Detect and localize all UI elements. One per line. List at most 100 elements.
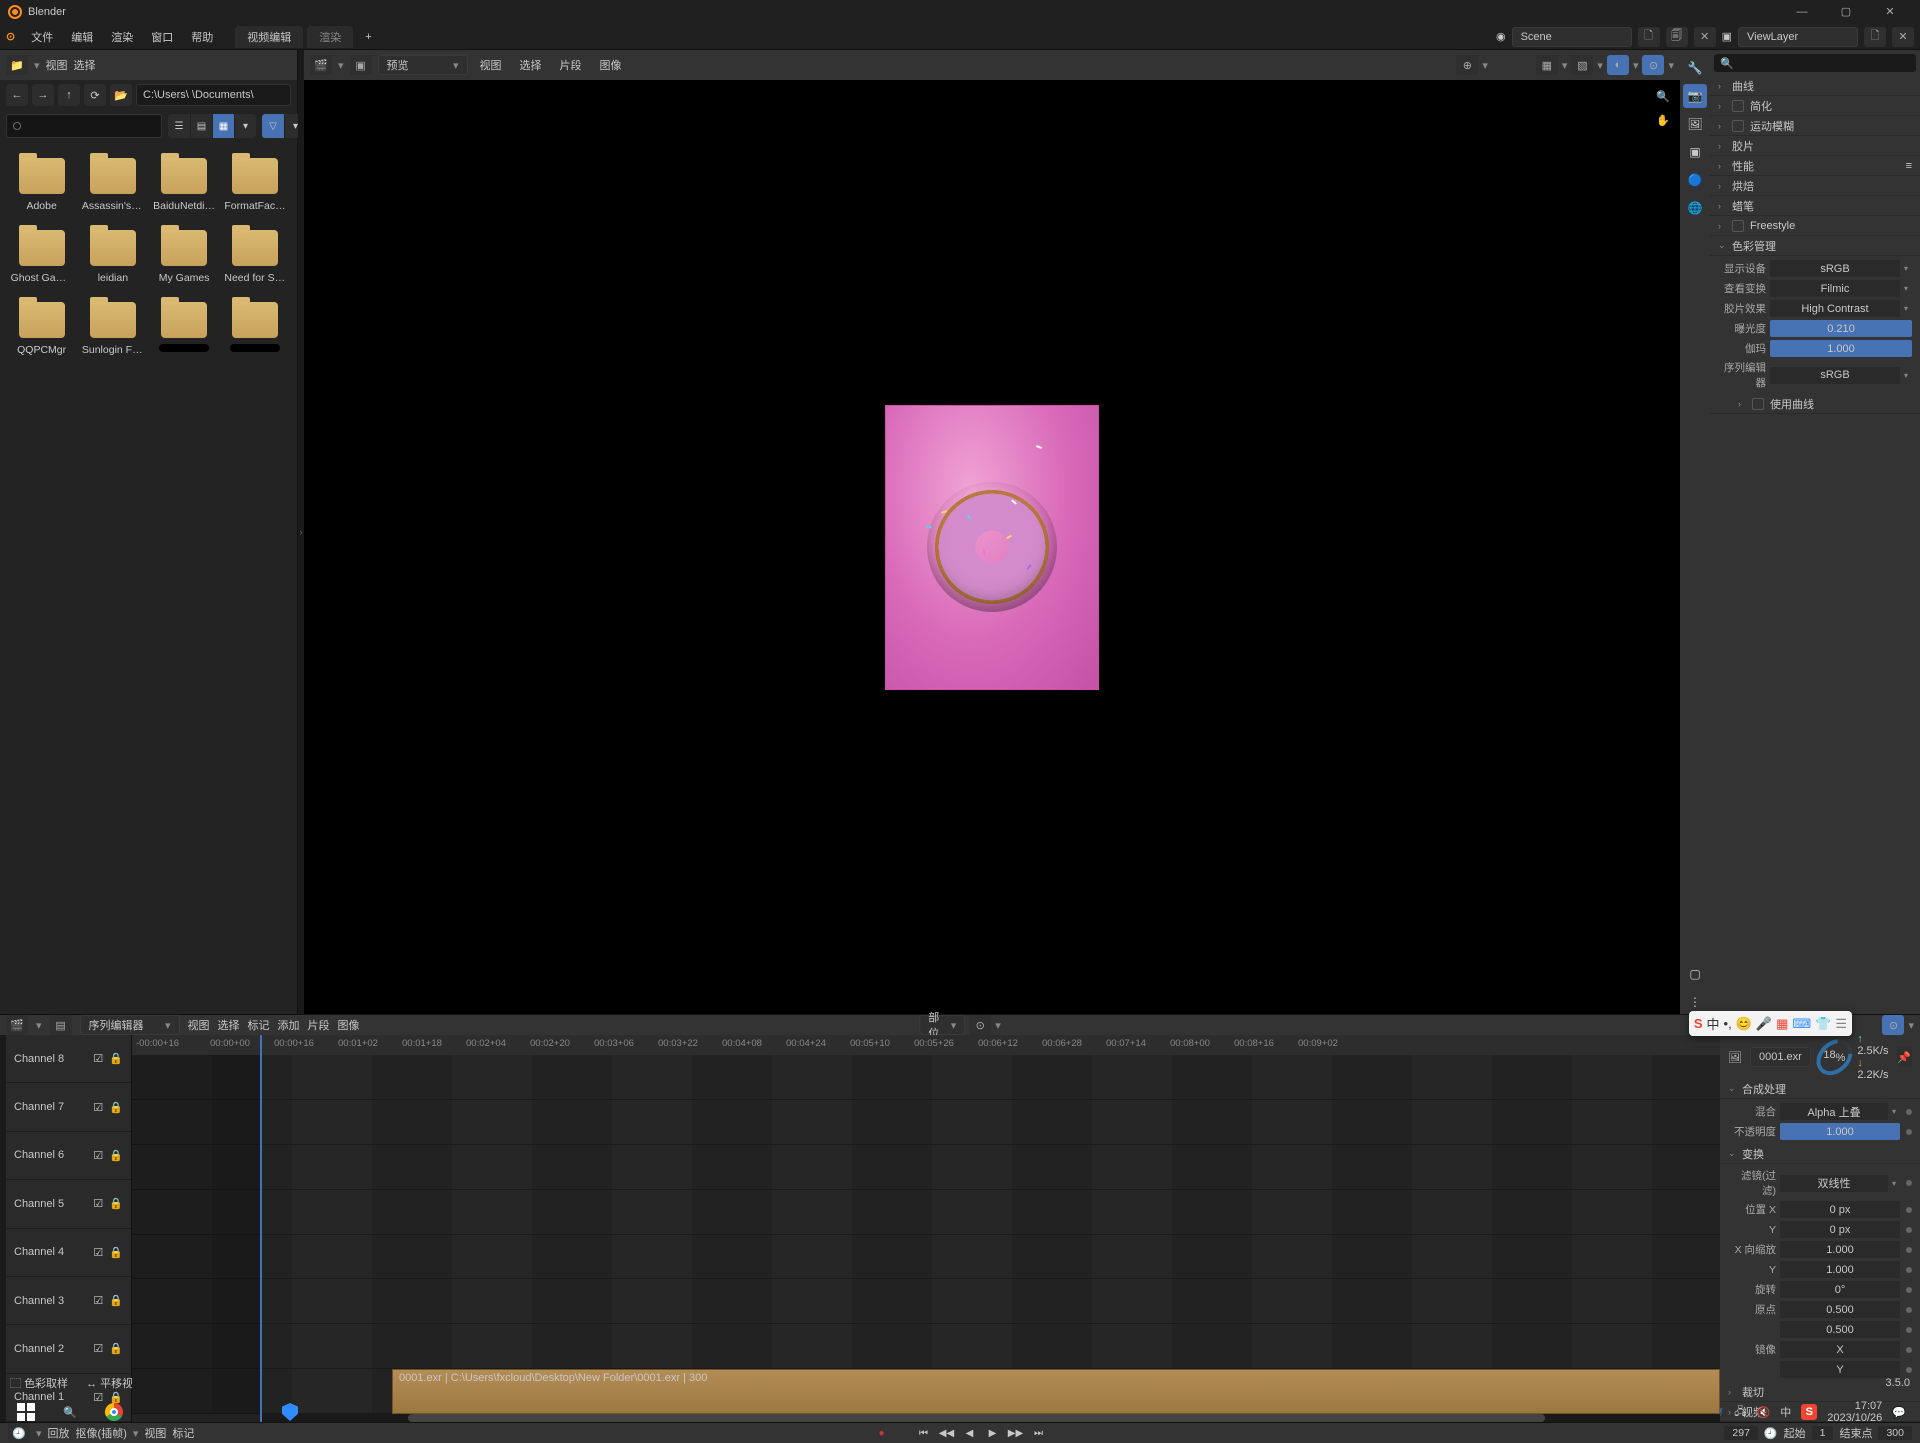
seq-mode-icon[interactable]: ▤ — [50, 1015, 72, 1035]
exposure-slider[interactable]: 0.210 — [1770, 320, 1912, 337]
keyframe-dot[interactable] — [1906, 1307, 1912, 1313]
opacity-slider[interactable]: 1.000 — [1780, 1123, 1900, 1140]
seq-editor-dropdown[interactable]: 序列编辑器▾ — [80, 1015, 180, 1035]
mirror-x-button[interactable]: X — [1780, 1341, 1900, 1358]
props-search-input[interactable]: 🔍 — [1714, 54, 1916, 72]
workspace-tab-render[interactable]: 渲染 — [307, 26, 353, 48]
display-mode-dropdown[interactable]: 预览▾ — [378, 55, 468, 75]
new-scene-button[interactable]: 🗋 — [1638, 27, 1660, 47]
channel-row[interactable]: Channel 3☑🔒 — [6, 1277, 131, 1325]
section-use-curves[interactable]: ›使用曲线 — [1710, 394, 1920, 414]
preview-range-icon[interactable]: 🕘 — [1764, 1427, 1778, 1440]
next-keyframe-button[interactable]: ▶▶ — [1006, 1423, 1026, 1443]
channel-mute-icon[interactable]: ☑ — [93, 1101, 103, 1114]
folder-item[interactable]: Sunlogin Files — [79, 302, 146, 356]
strip-name-field[interactable]: 0001.exr — [1750, 1047, 1811, 1067]
menu-edit[interactable]: 编辑 — [63, 26, 101, 48]
fb-menu-view[interactable]: 视图 — [46, 57, 68, 73]
keyframe-dot[interactable] — [1906, 1180, 1912, 1186]
seq-overlay-toggle[interactable]: ⊙ — [1882, 1015, 1904, 1035]
prev-keyframe-button[interactable]: ◀◀ — [937, 1423, 957, 1443]
delete-scene-button[interactable]: ✕ — [1694, 27, 1716, 47]
tab-render-icon[interactable]: 📷 — [1683, 84, 1707, 108]
folder-item[interactable]: Adobe — [8, 158, 75, 212]
overlap-mode-dropdown[interactable]: 部位▾ — [919, 1015, 965, 1035]
nav-newfolder-button[interactable]: 📂 — [110, 84, 132, 106]
section-simplify[interactable]: ›简化 — [1710, 96, 1920, 116]
filter-button[interactable]: ▽ — [262, 114, 284, 138]
playback-menu[interactable]: 回放 — [48, 1425, 70, 1441]
scale-x-field[interactable]: 1.000 — [1780, 1241, 1900, 1258]
channel-lock-icon[interactable]: 🔒 — [109, 1246, 123, 1259]
end-frame-field[interactable]: 300 — [1878, 1426, 1912, 1440]
keyframe-dot[interactable] — [1906, 1367, 1912, 1373]
channel-row[interactable]: Channel 6☑🔒 — [6, 1132, 131, 1180]
menu-file[interactable]: 文件 — [23, 26, 61, 48]
section-film[interactable]: ›胶片 — [1710, 136, 1920, 156]
overlay-toggle-button[interactable]: ▧ — [1571, 55, 1593, 75]
zoom-icon[interactable]: 🔍 — [1652, 86, 1674, 106]
nav-forward-button[interactable]: → — [32, 84, 54, 106]
tab-output-icon[interactable]: 🖼 — [1683, 112, 1707, 136]
gizmo-toggle-button[interactable]: ◐ — [1607, 55, 1629, 75]
origin-x-field[interactable]: 0.500 — [1780, 1301, 1900, 1318]
jump-start-button[interactable]: ⏮ — [914, 1423, 934, 1443]
section-bake[interactable]: ›烘焙 — [1710, 176, 1920, 196]
channel-mute-icon[interactable]: ☑ — [93, 1197, 103, 1210]
mirror-y-button[interactable]: Y — [1780, 1361, 1900, 1378]
minimize-button[interactable]: — — [1780, 0, 1824, 24]
pin-button[interactable]: 📌 — [1897, 1047, 1913, 1067]
pv-menu-select[interactable]: 选择 — [514, 55, 548, 75]
taskbar-clock[interactable]: 17:07 2023/10/26 — [1827, 1400, 1882, 1424]
editor-type-sequencer-preview-button[interactable]: 🎬 — [310, 55, 332, 75]
view-thumb-button[interactable]: ▦ — [212, 114, 234, 138]
delete-viewlayer-button[interactable]: ✕ — [1892, 27, 1914, 47]
origin-y-field[interactable]: 0.500 — [1780, 1321, 1900, 1338]
keyframe-dot[interactable] — [1906, 1129, 1912, 1135]
editor-type-filebrowser-button[interactable]: 📁 — [6, 55, 28, 75]
close-button[interactable]: ✕ — [1868, 0, 1912, 24]
folder-item[interactable]: QQPCMgr — [8, 302, 75, 356]
timeline-ruler[interactable]: -00:00+16 00:00+00 00:00+16 00:01+02 00:… — [132, 1035, 1720, 1055]
tab-tool-icon[interactable]: 🔧 — [1683, 56, 1707, 80]
tray-volume-icon[interactable]: 🔇 — [1757, 1406, 1771, 1419]
seq-menu-select[interactable]: 选择 — [218, 1017, 240, 1033]
autokey-button[interactable]: ● — [872, 1423, 892, 1443]
folder-item[interactable]: My Games — [151, 230, 218, 284]
tab-viewlayer-icon[interactable]: ▣ — [1683, 140, 1707, 164]
tab-collection-icon[interactable]: ▢ — [1683, 962, 1707, 986]
channel-row[interactable]: Channel 4☑🔒 — [6, 1229, 131, 1277]
view-transform-dropdown[interactable]: Filmic — [1770, 280, 1900, 297]
workspace-tab-video-editing[interactable]: 视频编辑 — [235, 26, 303, 48]
section-greasepencil[interactable]: ›蜡笔 — [1710, 196, 1920, 216]
folder-item[interactable]: FormatFactory — [222, 158, 289, 212]
nav-up-button[interactable]: ↑ — [58, 84, 80, 106]
play-reverse-button[interactable]: ◀ — [960, 1423, 980, 1443]
blend-mode-dropdown[interactable]: Alpha 上叠 — [1780, 1103, 1888, 1120]
keyframe-dot[interactable] — [1906, 1267, 1912, 1273]
pan-icon[interactable]: ✋ — [1652, 110, 1674, 130]
channel-lock-icon[interactable]: 🔒 — [109, 1101, 123, 1114]
channel-lock-icon[interactable]: 🔒 — [109, 1197, 123, 1210]
viewlayer-field[interactable]: ViewLayer — [1738, 27, 1858, 47]
fb-menu-select[interactable]: 选择 — [74, 57, 96, 73]
section-color-management[interactable]: ⌄色彩管理 — [1710, 236, 1920, 256]
transport-marker-menu[interactable]: 标记 — [172, 1425, 194, 1441]
pos-x-field[interactable]: 0 px — [1780, 1201, 1900, 1218]
view-sort-button[interactable]: ▾ — [234, 114, 256, 138]
keyframe-dot[interactable] — [1906, 1287, 1912, 1293]
display-device-dropdown[interactable]: sRGB — [1770, 260, 1900, 277]
channel-row[interactable]: Channel 8☑🔒 — [6, 1035, 131, 1083]
transport-view-menu[interactable]: 视图 — [144, 1425, 166, 1441]
nav-refresh-button[interactable]: ⟳ — [84, 84, 106, 106]
overlay2-toggle-button[interactable]: ⊙ — [1642, 55, 1664, 75]
keying-menu[interactable]: 抠像(插帧) — [76, 1425, 127, 1441]
sequencer-colorspace-dropdown[interactable]: sRGB — [1770, 367, 1900, 384]
seq-menu-view[interactable]: 视图 — [188, 1017, 210, 1033]
menu-window[interactable]: 窗口 — [143, 26, 181, 48]
channel-row[interactable]: Channel 7☑🔒 — [6, 1083, 131, 1131]
seq-menu-add[interactable]: 添加 — [278, 1017, 300, 1033]
channel-mute-icon[interactable]: ☑ — [93, 1052, 103, 1065]
keyframe-dot[interactable] — [1906, 1327, 1912, 1333]
editor-type-sequencer-button[interactable]: 🎬 — [6, 1015, 28, 1035]
